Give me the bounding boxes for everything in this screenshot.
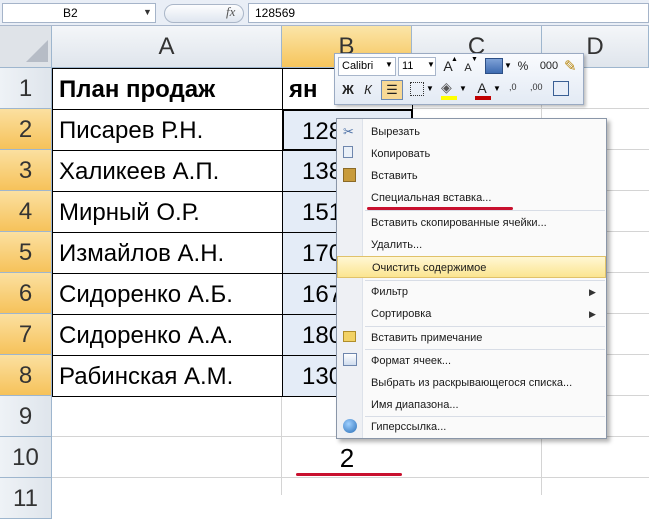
menu-item-clear-contents[interactable]: Очистить содержимое xyxy=(337,256,606,278)
font-name-dropdown-icon[interactable]: ▼ xyxy=(385,60,393,69)
cell-a3[interactable]: Халикеев А.П. xyxy=(52,150,283,192)
annotation-underline-b10 xyxy=(296,473,402,476)
borders-icon[interactable] xyxy=(410,82,424,96)
row-header-6[interactable]: 6 xyxy=(0,273,52,314)
name-box[interactable]: B2 xyxy=(2,3,156,23)
percent-button[interactable]: % xyxy=(515,57,531,77)
submenu-arrow-icon: ▶ xyxy=(589,287,596,297)
menu-item-define-name[interactable]: Имя диапазона... xyxy=(337,394,606,416)
menu-item-insert-copied-cells[interactable]: Вставить скопированные ячейки... xyxy=(337,212,606,234)
format-cells-icon xyxy=(343,353,357,366)
grow-font-arrow-icon: ▲ xyxy=(451,56,458,63)
row-header-9[interactable]: 9 xyxy=(0,396,52,437)
menu-item-hyperlink[interactable]: Гиперссылка... xyxy=(337,416,606,438)
row-header-7[interactable]: 7 xyxy=(0,314,52,355)
paste-icon xyxy=(343,168,356,182)
row-header-2[interactable]: 2 xyxy=(0,109,52,150)
row-header-3[interactable]: 3 xyxy=(0,150,52,191)
row-header-5[interactable]: 5 xyxy=(0,232,52,273)
borders-dropdown-icon[interactable]: ▼ xyxy=(426,84,434,93)
menu-item-insert-comment[interactable]: Вставить примечание xyxy=(337,327,606,349)
insert-function-icon[interactable]: fx xyxy=(226,4,235,20)
row-header-1[interactable]: 1 xyxy=(0,68,52,109)
menu-item-sort[interactable]: Сортировка xyxy=(337,303,606,325)
menu-item-cut[interactable]: Вырезать xyxy=(337,121,606,143)
increase-decimal-button[interactable]: ,0 xyxy=(509,82,517,92)
cell-a5[interactable]: Измайлов А.Н. xyxy=(52,232,283,274)
cell-a2[interactable]: Писарев Р.Н. xyxy=(52,109,283,151)
fill-color-swatch xyxy=(441,96,457,100)
fill-color-bucket-icon[interactable]: ◈ xyxy=(441,79,452,96)
cell-a7[interactable]: Сидоренко А.А. xyxy=(52,314,283,356)
row-header-10[interactable]: 10 xyxy=(0,437,52,478)
hyperlink-icon xyxy=(343,419,357,433)
format-painter-table-icon[interactable] xyxy=(485,58,503,74)
menu-item-delete[interactable]: Удалить... xyxy=(337,234,606,256)
italic-button[interactable]: К xyxy=(360,81,376,101)
menu-item-paste-special[interactable]: Специальная вставка... xyxy=(337,187,606,209)
font-color-swatch xyxy=(475,96,491,100)
row-header-4[interactable]: 4 xyxy=(0,191,52,232)
submenu-arrow-icon: ▶ xyxy=(589,309,596,319)
font-color-dropdown-icon[interactable]: ▼ xyxy=(493,84,501,93)
row-header-8[interactable]: 8 xyxy=(0,355,52,396)
bold-button[interactable]: Ж xyxy=(340,81,356,101)
copy-icon xyxy=(343,146,353,158)
align-center-button[interactable]: ☰ xyxy=(381,80,403,100)
column-header-a[interactable]: A xyxy=(52,26,282,68)
cell-a6[interactable]: Сидоренко А.Б. xyxy=(52,273,283,315)
fill-color-dropdown-icon[interactable]: ▼ xyxy=(459,84,467,93)
comment-icon xyxy=(343,331,356,342)
shrink-font-arrow-icon: ▼ xyxy=(471,56,478,63)
format-painter-icon[interactable]: ✎ xyxy=(564,57,577,75)
font-size-dropdown-icon[interactable]: ▼ xyxy=(427,60,435,69)
menu-item-copy[interactable]: Копировать xyxy=(337,143,606,165)
scissors-icon: ✂ xyxy=(343,124,354,139)
decrease-decimal-button[interactable]: ,00 xyxy=(530,82,543,92)
formula-input[interactable]: 128569 xyxy=(248,3,649,23)
cell-a8[interactable]: Рабинская А.М. xyxy=(52,355,283,397)
select-all-triangle-icon xyxy=(26,40,48,62)
row-header-11[interactable]: 11 xyxy=(0,478,52,519)
menu-item-format-cells[interactable]: Формат ячеек... xyxy=(337,350,606,372)
cell-a4[interactable]: Мирный О.Р. xyxy=(52,191,283,233)
menu-item-filter[interactable]: Фильтр xyxy=(337,281,606,303)
menu-separator xyxy=(365,210,605,211)
cell-a1[interactable]: План продаж xyxy=(52,68,283,110)
menu-item-pick-from-list[interactable]: Выбрать из раскрывающегося списка... xyxy=(337,372,606,394)
name-box-dropdown-icon[interactable]: ▼ xyxy=(143,7,152,17)
menu-item-paste[interactable]: Вставить xyxy=(337,165,606,187)
thousands-separator-button[interactable]: 000 xyxy=(538,57,560,77)
cell-b10[interactable]: 2 xyxy=(282,440,412,476)
accounting-format-dropdown-icon[interactable]: ▼ xyxy=(504,61,512,70)
merge-cells-icon[interactable] xyxy=(553,81,569,96)
